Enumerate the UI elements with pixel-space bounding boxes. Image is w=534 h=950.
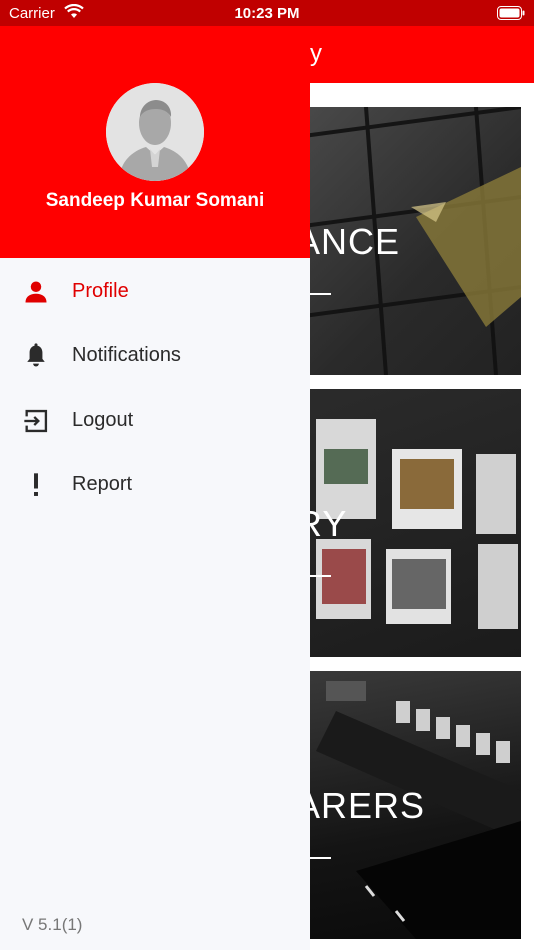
menu-item-label: Notifications xyxy=(72,344,181,366)
menu-item-notifications[interactable]: Notifications xyxy=(0,328,310,384)
drawer-header: Sandeep Kumar Somani xyxy=(0,26,310,258)
category-card-office-bearers[interactable]: ARERS xyxy=(296,671,521,939)
default-avatar-icon xyxy=(106,83,204,181)
card-label: ARERS xyxy=(296,785,426,826)
menu-item-logout[interactable]: Logout xyxy=(0,393,310,449)
user-name: Sandeep Kumar Somani xyxy=(45,190,265,211)
bell-icon xyxy=(22,342,50,370)
card-underline xyxy=(310,575,331,577)
category-card-finance[interactable]: ANCE xyxy=(296,107,521,375)
menu-item-report[interactable]: Report xyxy=(0,457,310,513)
category-card-gallery[interactable]: RY xyxy=(296,389,521,657)
status-bar: Carrier 10:23 PM xyxy=(0,0,534,26)
menu-item-label: Logout xyxy=(72,409,134,431)
card-underline xyxy=(310,857,331,859)
logout-icon xyxy=(22,407,50,435)
menu-item-label: Report xyxy=(72,473,133,495)
card-underline xyxy=(310,293,331,295)
menu-item-profile[interactable]: Profile xyxy=(0,264,310,320)
navigation-drawer: Sandeep Kumar Somani Profile Notificatio… xyxy=(0,26,310,950)
battery-icon xyxy=(497,6,525,25)
menu-item-label: Profile xyxy=(72,280,129,302)
clock: 10:23 PM xyxy=(234,5,300,22)
person-icon xyxy=(22,278,50,306)
app-header-title: y xyxy=(310,40,322,67)
exclamation-icon xyxy=(22,471,50,499)
app-version: V 5.1(1) xyxy=(22,915,83,934)
avatar[interactable] xyxy=(106,83,204,181)
card-label: ANCE xyxy=(296,221,401,262)
